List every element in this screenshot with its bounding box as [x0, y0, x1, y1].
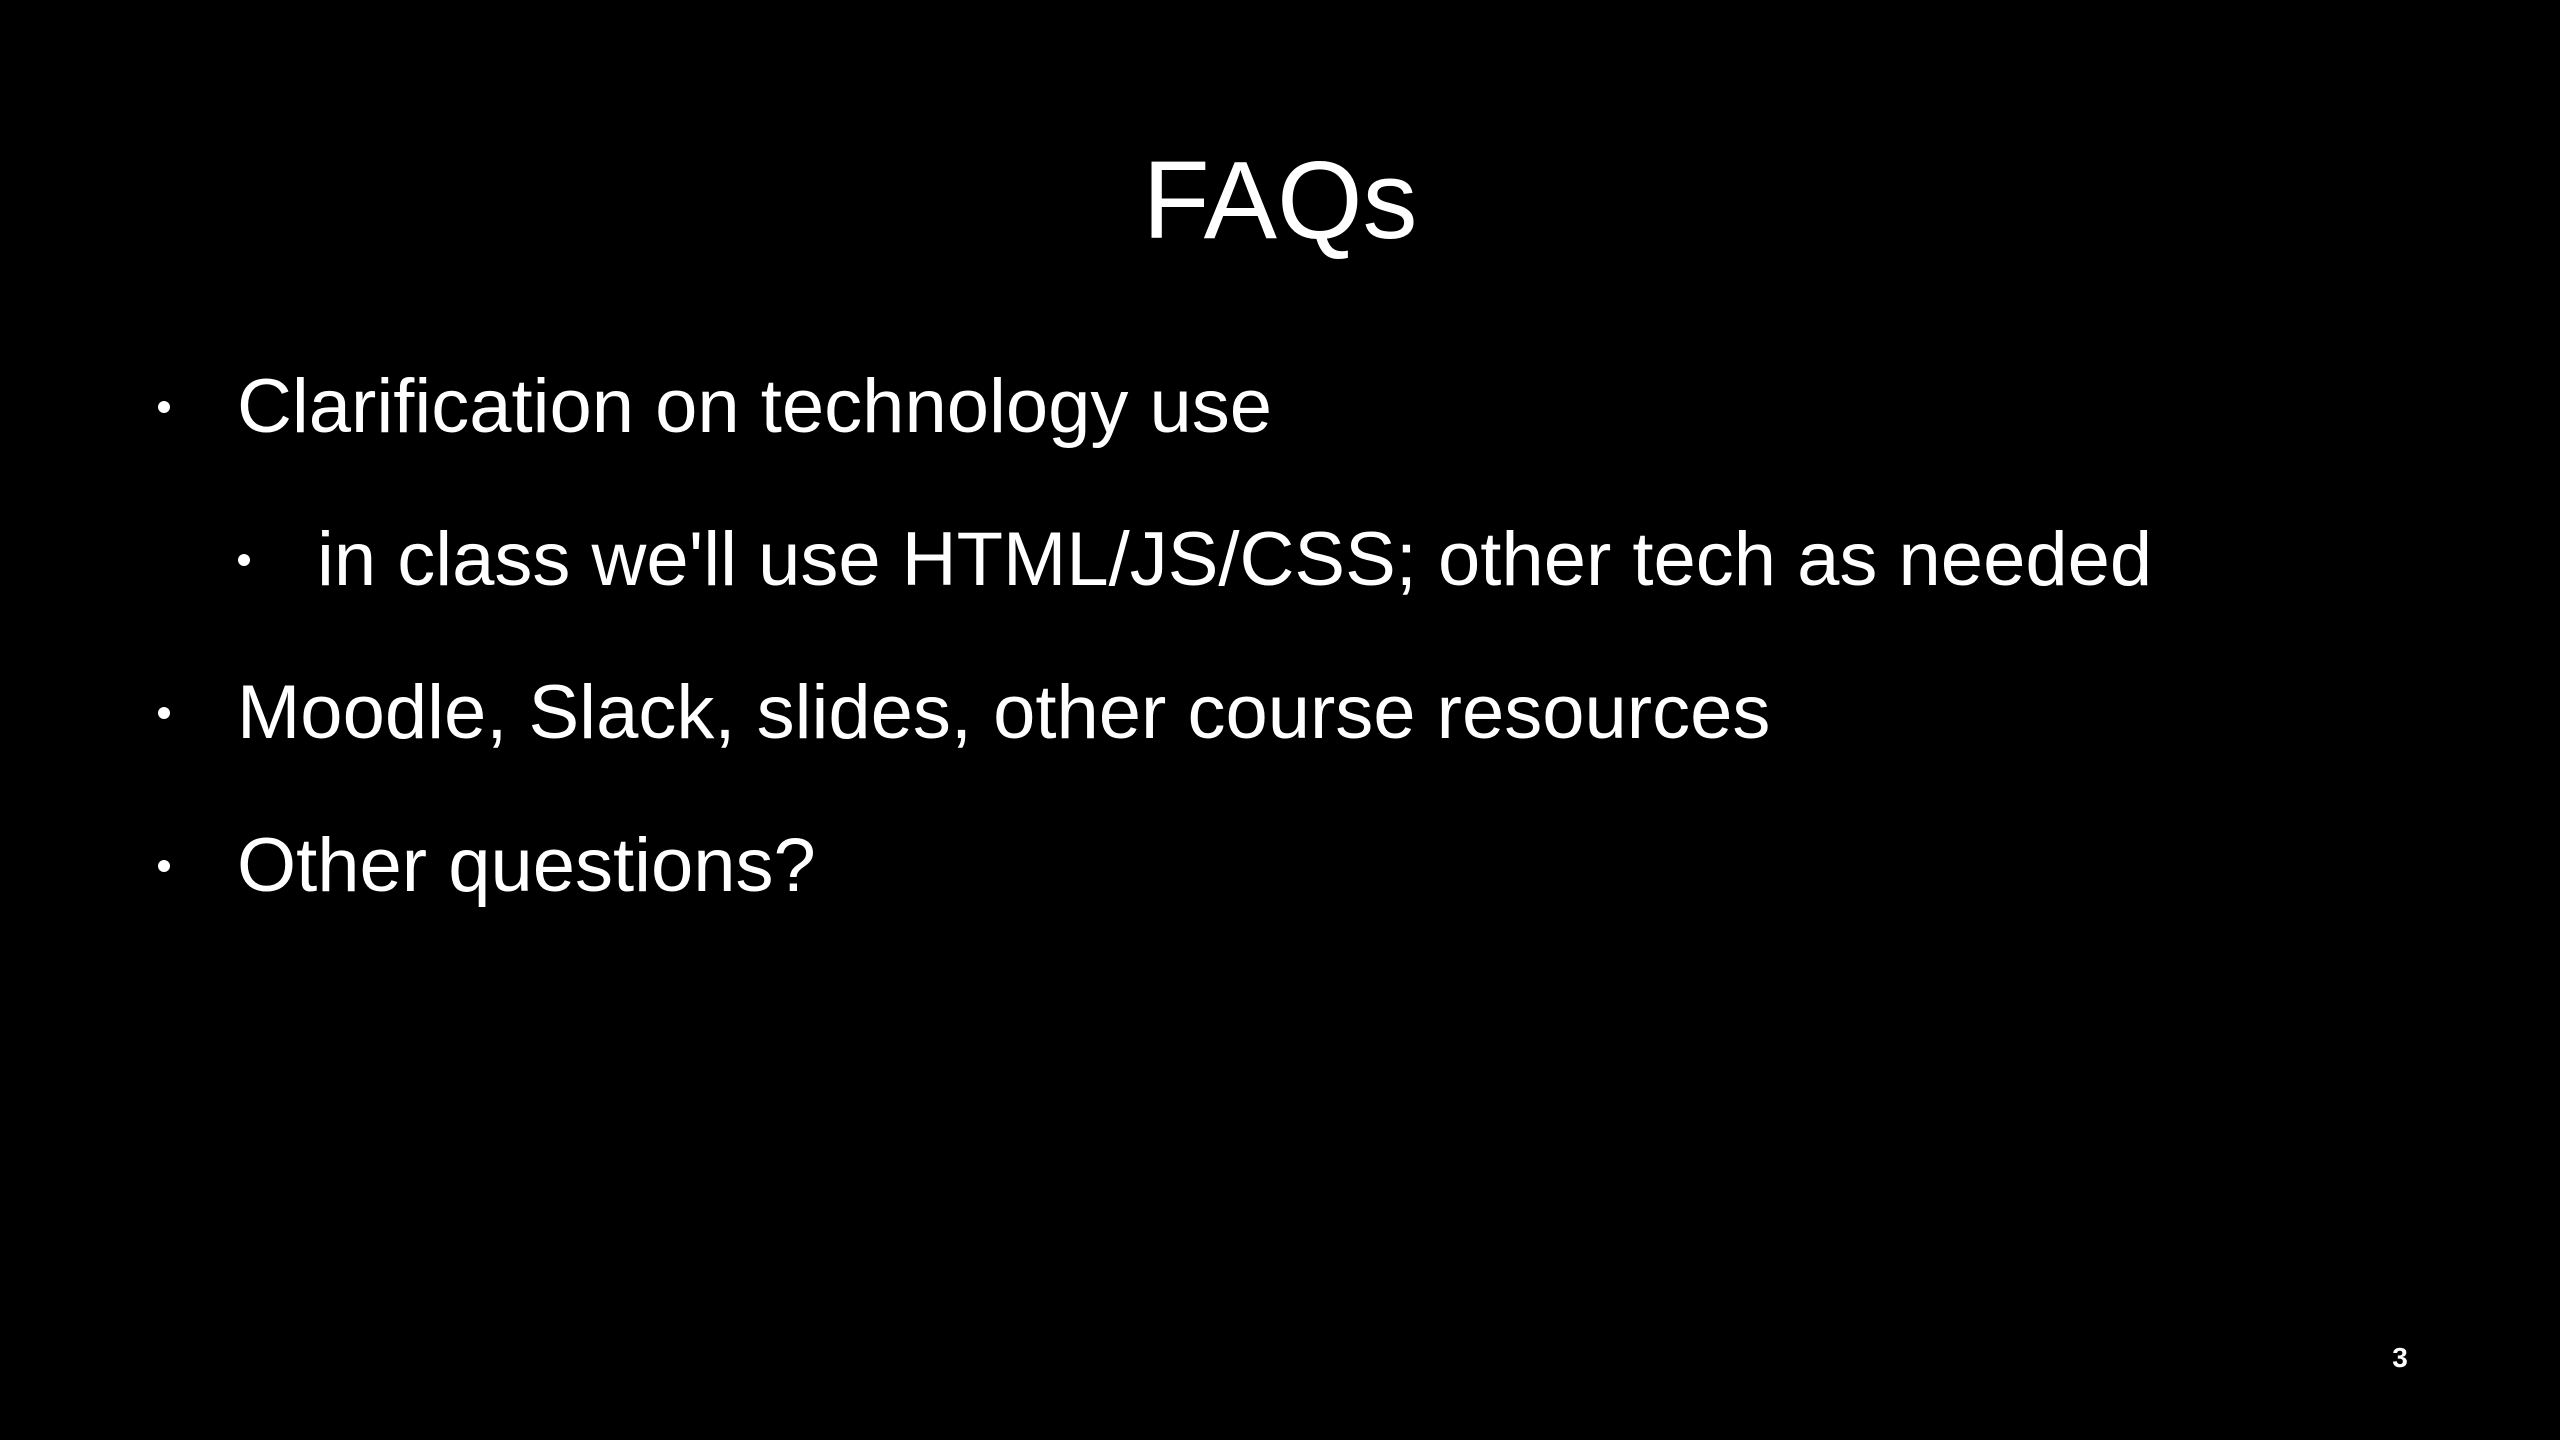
bullet-dot-icon [158, 401, 170, 413]
bullet-dot-icon [238, 554, 250, 566]
bullet-item: Moodle, Slack, slides, other course reso… [158, 670, 2058, 770]
bullet-text: Moodle, Slack, slides, other course reso… [237, 670, 1771, 755]
page-number: 3 [2392, 1342, 2408, 1373]
bullet-text: in class we'll use HTML/JS/CSS; other te… [317, 517, 2153, 602]
slide-title: FAQs [1142, 139, 1418, 262]
bullet-dot-icon [158, 707, 170, 719]
bullet-item: Clarification on technology use [158, 364, 1758, 464]
bullet-text: Other questions? [237, 823, 816, 908]
sub-bullet-item: in class we'll use HTML/JS/CSS; other te… [238, 517, 2338, 617]
bullet-dot-icon [158, 860, 170, 872]
presentation-slide: FAQs Clarification on technology use in … [0, 0, 2560, 1440]
bullet-item: Other questions? [158, 823, 1358, 923]
bullet-text: Clarification on technology use [237, 364, 1273, 449]
